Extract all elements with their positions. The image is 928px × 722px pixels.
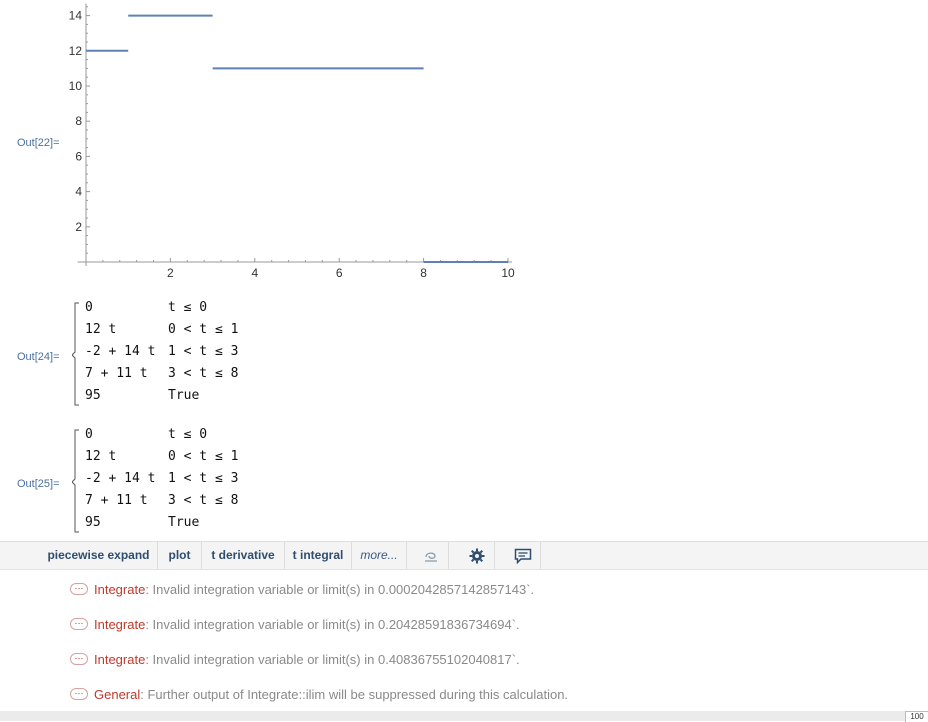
y-tick-label: 12: [69, 44, 83, 58]
y-tick-label: 4: [75, 185, 82, 199]
output-label-22: Out[22]=: [17, 137, 60, 149]
piecewise-brace: [72, 302, 79, 406]
x-tick-label: 6: [336, 266, 343, 280]
plot-series: [86, 14, 508, 263]
y-tick-label: 10: [69, 79, 83, 93]
y-tick-label: 8: [75, 114, 82, 128]
t-derivative-button[interactable]: t derivative: [202, 542, 285, 569]
plot-ticks: 2 4 6 8 10 2 4 6 8 10 12 14: [69, 6, 515, 280]
gear-icon[interactable]: [459, 542, 495, 569]
x-tick-label: 2: [167, 266, 174, 280]
message-symbol[interactable]: Integrate: [94, 582, 145, 597]
message-text: : Invalid integration variable or limit(…: [145, 651, 520, 667]
output-label-24: Out[24]=: [17, 351, 60, 363]
y-tick-label: 2: [75, 220, 82, 234]
more-button[interactable]: more...: [352, 542, 407, 569]
message-text: : Invalid integration variable or limit(…: [145, 616, 520, 632]
message-link[interactable]: Integrate::ilim: [247, 687, 325, 702]
message-ellipsis-icon[interactable]: ⋯: [70, 583, 88, 595]
message-symbol[interactable]: General: [94, 687, 140, 702]
piecewise-expand-button[interactable]: piecewise expand: [40, 542, 158, 569]
y-tick-label: 6: [75, 149, 82, 163]
message-ellipsis-icon[interactable]: ⋯: [70, 688, 88, 700]
message-line: ⋯ Integrate: Invalid integration variable…: [70, 614, 520, 634]
message-symbol[interactable]: Integrate: [94, 652, 145, 667]
message-text: : Further output of: [140, 686, 248, 702]
message-text-tail: will be suppressed during this calculati…: [325, 686, 569, 702]
spiral-icon[interactable]: [413, 542, 449, 569]
output-label-25: Out[25]=: [17, 478, 60, 490]
message-line: ⋯ Integrate: Invalid integration variable…: [70, 649, 520, 669]
feedback-icon[interactable]: [505, 542, 541, 569]
y-tick-label: 14: [69, 9, 83, 23]
plot-button[interactable]: plot: [158, 542, 202, 569]
message-text: : Invalid integration variable or limit(…: [145, 581, 535, 597]
piecewise-brace: [72, 429, 79, 533]
t-integral-button[interactable]: t integral: [285, 542, 352, 569]
piecewise-25: 0t ≤ 0 12 t0 < t ≤ 1 -2 + 14 t1 < t ≤ 3 …: [72, 427, 332, 539]
status-bar: [0, 711, 928, 721]
zoom-level[interactable]: 100: [905, 711, 928, 722]
x-tick-label: 10: [501, 266, 515, 280]
message-ellipsis-icon[interactable]: ⋯: [70, 653, 88, 665]
x-tick-label: 4: [251, 266, 258, 280]
message-symbol[interactable]: Integrate: [94, 617, 145, 632]
message-line: ⋯ Integrate: Invalid integration variable…: [70, 579, 534, 599]
suggestions-bar: piecewise expand plot t derivative t int…: [0, 541, 928, 570]
step-plot: 2 4 6 8 10 2 4 6 8 10 12 14: [69, 3, 515, 280]
piecewise-24: 0t ≤ 0 12 t0 < t ≤ 1 -2 + 14 t1 < t ≤ 3 …: [72, 300, 332, 412]
message-line: ⋯ General: Further output of Integrate::i…: [70, 684, 568, 704]
x-tick-label: 8: [420, 266, 427, 280]
message-ellipsis-icon[interactable]: ⋯: [70, 618, 88, 630]
plot-axes: [77, 3, 512, 266]
